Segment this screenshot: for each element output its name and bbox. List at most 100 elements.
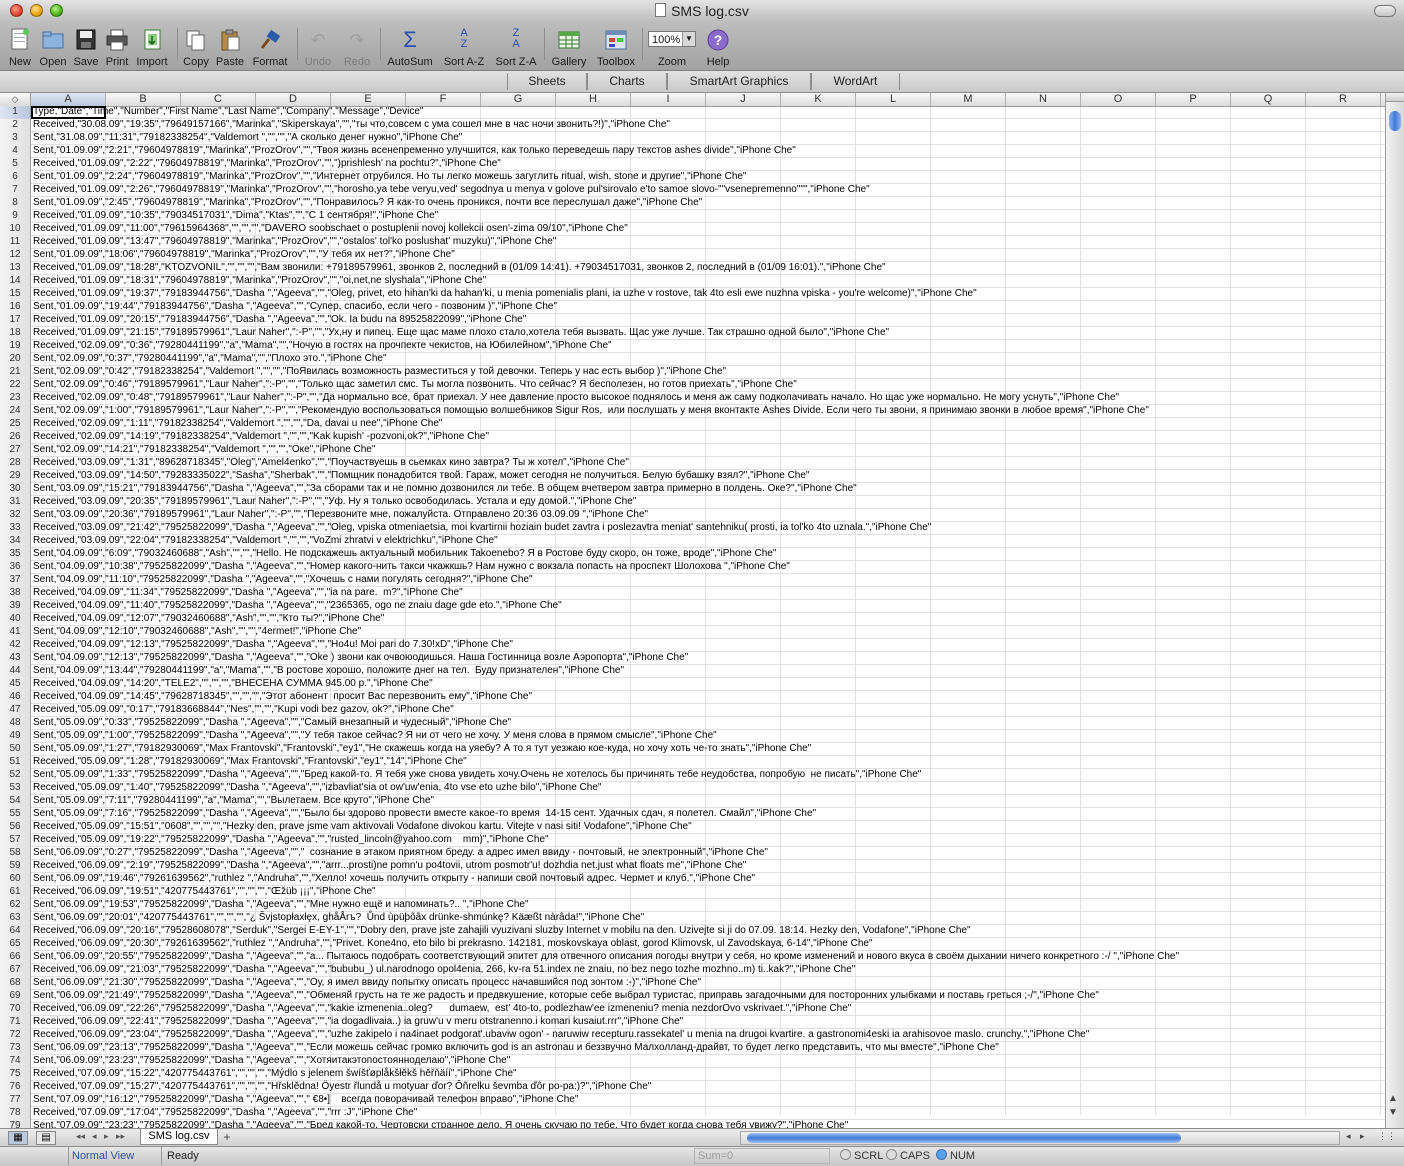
row-header[interactable]: 10 (0, 223, 31, 236)
row-header[interactable]: 38 (0, 587, 31, 600)
table-row[interactable]: 39 Received,"04.09.09","11:40","795258220… (0, 600, 1385, 613)
table-row[interactable]: 79 Sent,"07.09.09","23:23","79525822099",… (0, 1120, 1385, 1128)
column-header[interactable]: P (1156, 93, 1231, 106)
table-row[interactable]: 49 Sent,"05.09.09","1:00","79525822099","… (0, 730, 1385, 743)
table-row[interactable]: 64 Received,"06.09.09","20:16","795286080… (0, 925, 1385, 938)
table-row[interactable]: 26 Received,"02.09.09","14:19","791823382… (0, 431, 1385, 444)
row-header[interactable]: 25 (0, 418, 31, 431)
help-button[interactable]: ? Help (700, 22, 736, 70)
table-row[interactable]: 10 Received,"01.09.09","11:00","796159643… (0, 223, 1385, 236)
save-button[interactable]: Save (70, 22, 102, 70)
row-header[interactable]: 12 (0, 249, 31, 262)
table-row[interactable]: 72 Received,"06.09.09","23:04","795258220… (0, 1029, 1385, 1042)
row-cell-text[interactable]: Received,"01.09.09","13:47","79604978819… (33, 236, 556, 248)
row-header[interactable]: 30 (0, 483, 31, 496)
row-cell-text[interactable]: Received,"06.09.09","2:19","79525822099"… (33, 860, 746, 872)
row-cell-text[interactable]: Received,"05.09.09","1:28","79182930069"… (33, 756, 467, 768)
row-header[interactable]: 2 (0, 119, 31, 132)
table-row[interactable]: 44 Sent,"04.09.09","13:44","79280441199",… (0, 665, 1385, 678)
row-header[interactable]: 40 (0, 613, 31, 626)
row-header[interactable]: 69 (0, 990, 31, 1003)
row-cell-text[interactable]: Sent,"07.09.09","16:12","79525822099","D… (33, 1094, 578, 1106)
table-row[interactable]: 55 Sent,"05.09.09","7:16","79525822099","… (0, 808, 1385, 821)
table-row[interactable]: 70 Received,"06.09.09","22:26","795258220… (0, 1003, 1385, 1016)
table-row[interactable]: 67 Received,"06.09.09","21:03","795258220… (0, 964, 1385, 977)
row-cell-text[interactable]: Received,"03.09.09","20:35","79189579961… (33, 496, 636, 508)
table-row[interactable]: 62 Sent,"06.09.09","19:53","79525822099",… (0, 899, 1385, 912)
row-header[interactable]: 37 (0, 574, 31, 587)
row-header[interactable]: 47 (0, 704, 31, 717)
table-row[interactable]: 17 Received,"01.09.09","20:15","791839447… (0, 314, 1385, 327)
row-cell-text[interactable]: Sent,"05.09.09","1:00","79525822099","Da… (33, 730, 717, 742)
row-header[interactable]: 23 (0, 392, 31, 405)
row-header[interactable]: 61 (0, 886, 31, 899)
row-header[interactable]: 35 (0, 548, 31, 561)
column-header[interactable]: J (706, 93, 781, 106)
toolbox-button[interactable]: Toolbox (592, 22, 640, 70)
split-handle[interactable] (1386, 93, 1404, 102)
table-row[interactable]: 19 Received,"02.09.09","0:36","7928044119… (0, 340, 1385, 353)
page-layout-view-button[interactable]: ▤ (36, 1131, 56, 1145)
table-row[interactable]: 23 Received,"02.09.09","0:48","7918957996… (0, 392, 1385, 405)
row-cell-text[interactable]: Received,"03.09.09","21:42","79525822099… (33, 522, 931, 534)
table-row[interactable]: 45 Received,"04.09.09","14:20","TELE2",""… (0, 678, 1385, 691)
row-cell-text[interactable]: Received,"02.09.09","14:19","79182338254… (33, 431, 489, 443)
row-cell-text[interactable]: Received,"05.09.09","15:51","0608","",""… (33, 821, 692, 833)
table-row[interactable]: 24 Sent,"02.09.09","1:00","79189579961","… (0, 405, 1385, 418)
row-header[interactable]: 50 (0, 743, 31, 756)
row-cell-text[interactable]: Received,"01.09.09","20:15","79183944756… (33, 314, 526, 326)
row-cell-text[interactable]: Received,"06.09.09","22:26","79525822099… (33, 1003, 851, 1015)
table-row[interactable]: 8 Sent,"01.09.09","2:45","79604978819","M… (0, 197, 1385, 210)
row-cell-text[interactable]: Sent,"04.09.09","6:09","79032460688","As… (33, 548, 776, 560)
row-cell-text[interactable]: Received,"04.09.09","11:34","79525822099… (33, 587, 463, 599)
table-row[interactable]: 12 Sent,"01.09.09","18:06","79604978819",… (0, 249, 1385, 262)
row-header[interactable]: 75 (0, 1068, 31, 1081)
table-row[interactable]: 22 Sent,"02.09.09","0:46","79189579961","… (0, 379, 1385, 392)
row-cell-text[interactable]: Sent,"04.09.09","12:13","79525822099","D… (33, 652, 688, 664)
table-row[interactable]: 51 Received,"05.09.09","1:28","7918293006… (0, 756, 1385, 769)
column-header[interactable]: B (106, 93, 181, 106)
gallery-button[interactable]: Gallery (548, 22, 590, 70)
row-cell-text[interactable]: Received,"02.09.09","0:48","79189579961"… (33, 392, 1119, 404)
tab-smartart-graphics[interactable]: SmartArt Graphics (667, 73, 811, 90)
table-row[interactable]: 28 Received,"03.09.09","1:31","8962871834… (0, 457, 1385, 470)
column-header[interactable]: C (181, 93, 256, 106)
row-header[interactable]: 11 (0, 236, 31, 249)
row-cell-text[interactable]: Sent,"02.09.09","14:21","79182338254","V… (33, 444, 375, 456)
row-cell-text[interactable]: Received,"04.09.09","12:07","79032460688… (33, 613, 384, 625)
row-header[interactable]: 60 (0, 873, 31, 886)
horizontal-scroll-thumb[interactable] (747, 1133, 1181, 1143)
table-row[interactable]: 31 Received,"03.09.09","20:35","791895799… (0, 496, 1385, 509)
import-button[interactable]: Import (132, 22, 172, 70)
row-cell-text[interactable]: Received,"01.09.09","11:00","79615964368… (33, 223, 628, 235)
open-button[interactable]: Open (36, 22, 70, 70)
row-cell-text[interactable]: Sent,"05.09.09","7:11","79280441199","a"… (33, 795, 434, 807)
row-header[interactable]: 20 (0, 353, 31, 366)
row-cell-text[interactable]: Sent,"06.09.09","0:27","79525822099","Da… (33, 847, 768, 859)
table-row[interactable]: 25 Received,"02.09.09","1:11","7918233825… (0, 418, 1385, 431)
row-header[interactable]: 52 (0, 769, 31, 782)
row-cell-text[interactable]: Received,"01.09.09","2:22","79604978819"… (33, 158, 501, 170)
row-cell-text[interactable]: Received,"01.09.09","18:31","79604978819… (33, 275, 486, 287)
row-header[interactable]: 33 (0, 522, 31, 535)
table-row[interactable]: 37 Sent,"04.09.09","11:10","79525822099",… (0, 574, 1385, 587)
redo-button[interactable]: ↷ Redo (339, 22, 375, 70)
row-header[interactable]: 68 (0, 977, 31, 990)
row-cell-text[interactable]: Received,"05.09.09","0:17","79183668844"… (33, 704, 454, 716)
zoom-control[interactable]: 100% ▼ Zoom (646, 22, 698, 70)
row-cell-text[interactable]: Sent,"04.09.09","10:38","79525822099","D… (33, 561, 790, 573)
table-row[interactable]: 68 Sent,"06.09.09","21:30","79525822099",… (0, 977, 1385, 990)
table-row[interactable]: 14 Received,"01.09.09","18:31","796049788… (0, 275, 1385, 288)
row-cell-text[interactable]: Received,"03.09.09","14:50","79283335022… (33, 470, 809, 482)
table-row[interactable]: 16 Sent,"01.09.09","19:44","79183944756",… (0, 301, 1385, 314)
column-header[interactable]: G (481, 93, 556, 106)
row-cell-text[interactable]: Received,"06.09.09","20:30","79261639562… (33, 938, 873, 950)
table-row[interactable]: 30 Sent,"03.09.09","15:21","79183944756",… (0, 483, 1385, 496)
scroll-down-arrow-icon[interactable]: ▼ (1388, 1107, 1398, 1118)
table-row[interactable]: 76 Received,"07.09.09","15:27","420775443… (0, 1081, 1385, 1094)
row-header[interactable]: 53 (0, 782, 31, 795)
row-cell-text[interactable]: Received,"03.09.09","22:04","79182338254… (33, 535, 498, 547)
row-header[interactable]: 73 (0, 1042, 31, 1055)
row-header[interactable]: 42 (0, 639, 31, 652)
row-header[interactable]: 29 (0, 470, 31, 483)
